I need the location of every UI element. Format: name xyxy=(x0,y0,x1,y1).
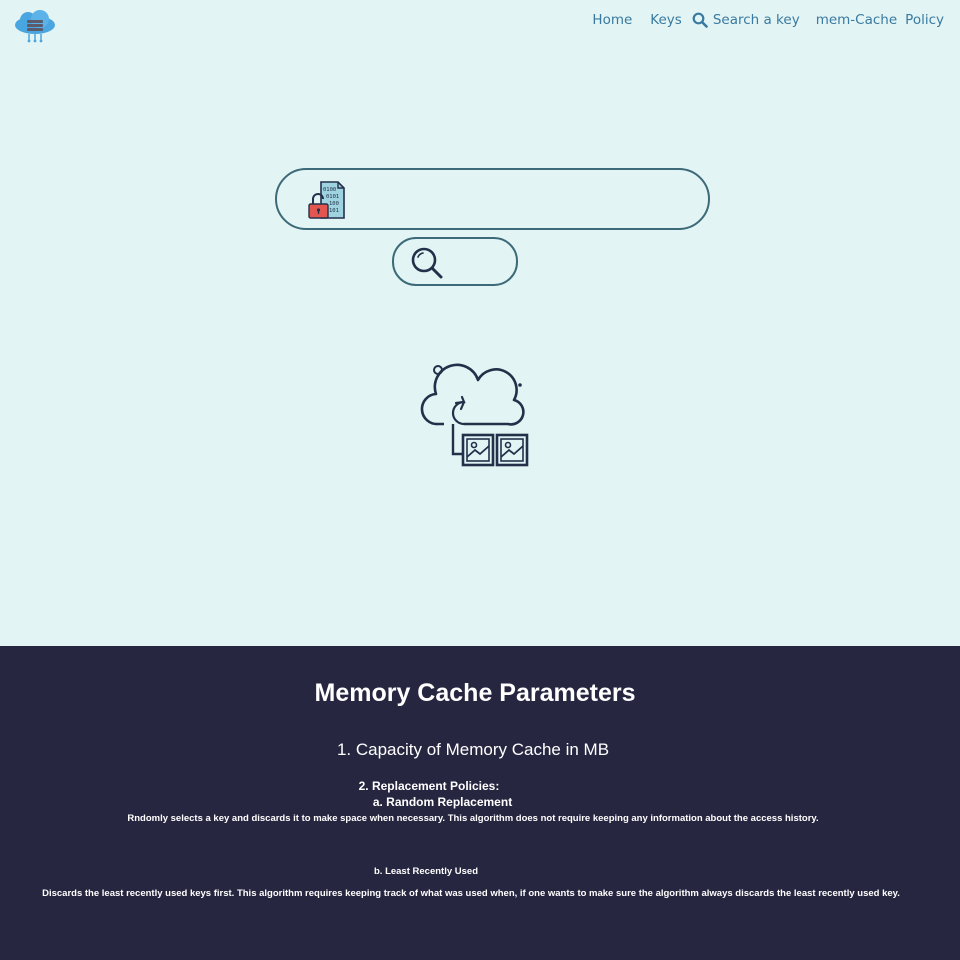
cloud-server-logo-icon[interactable] xyxy=(12,10,58,44)
main-area: Home Keys Search a key mem-Cache Policy … xyxy=(0,0,960,646)
cloud-sync-images-icon xyxy=(418,362,534,474)
lru-heading: b. Least Recently Used xyxy=(373,866,478,877)
footer-title: Memory Cache Parameters xyxy=(314,679,636,707)
search-button[interactable] xyxy=(392,237,518,286)
key-input[interactable] xyxy=(357,180,681,220)
nav-mem-cache-link[interactable]: mem-Cache xyxy=(816,12,897,28)
top-nav: Home Keys Search a key mem-Cache Policy xyxy=(592,12,944,28)
svg-text:101: 101 xyxy=(329,208,339,214)
svg-text:0101: 0101 xyxy=(326,194,339,200)
footer-parameters: Memory Cache Parameters 1. Capacity of M… xyxy=(0,646,960,960)
random-replacement-description: Rndomly selects a key and discards it to… xyxy=(127,813,819,824)
lru-description: Discards the least recently used keys fi… xyxy=(42,888,900,899)
magnifier-icon xyxy=(411,247,443,279)
nav-policy-link[interactable]: Policy xyxy=(905,12,944,28)
nav-keys-link[interactable]: Keys xyxy=(650,12,682,28)
svg-text:100: 100 xyxy=(329,201,339,207)
nav-search-link[interactable]: Search a key xyxy=(692,12,800,28)
random-replacement-heading: a. Random Replacement xyxy=(372,795,513,809)
policies-heading: 2. Replacement Policies: xyxy=(358,779,500,793)
search-icon xyxy=(692,12,708,28)
key-search-field: 0100 0101 100 101 xyxy=(275,168,710,230)
nav-search-label: Search a key xyxy=(712,12,800,28)
svg-text:0100: 0100 xyxy=(323,187,336,193)
capacity-heading: 1. Capacity of Memory Cache in MB xyxy=(336,740,610,759)
lock-data-file-icon: 0100 0101 100 101 xyxy=(307,180,349,224)
nav-home-link[interactable]: Home xyxy=(592,12,632,28)
